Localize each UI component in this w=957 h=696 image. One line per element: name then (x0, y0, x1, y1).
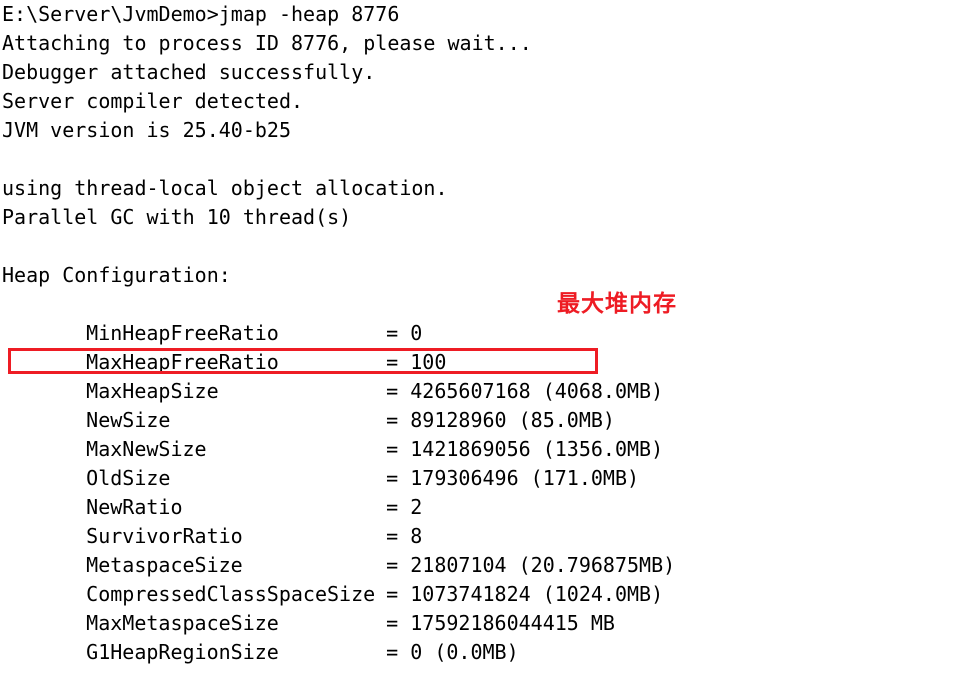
config-row-g1heapregionsize: G1HeapRegionSize = 0 (0.0MB) (38, 609, 518, 664)
heap-configuration-title: Heap Configuration: (2, 263, 231, 287)
config-value-oldsize: 179306496 (171.0MB) (410, 466, 640, 490)
terminal-output-line-thread-local: using thread-local object allocation. (2, 176, 448, 200)
config-row-oldsize: OldSize = 179306496 (171.0MB) (38, 435, 639, 490)
terminal-prompt-line: E:\Server\JvmDemo>jmap -heap 8776 (2, 2, 400, 26)
config-eq-g1heapregionsize: = (386, 640, 399, 664)
config-value-g1heapregionsize: 0 (0.0MB) (410, 640, 519, 664)
config-row-minheapfreeratio: MinHeapFreeRatio = 0 (38, 290, 422, 345)
terminal-output-line-attaching: Attaching to process ID 8776, please wai… (2, 31, 532, 55)
config-key-g1heapregionsize: G1HeapRegionSize (86, 640, 279, 664)
config-row-newsize: NewSize = 89128960 (85.0MB) (38, 377, 615, 432)
terminal-output-line-jvm-version: JVM version is 25.40-b25 (2, 118, 291, 142)
terminal-console: E:\Server\JvmDemo>jmap -heap 8776 Attach… (0, 0, 957, 664)
config-row-maxmetaspacesize: MaxMetaspaceSize = 17592186044415 MB (38, 580, 615, 635)
terminal-output-line-parallel-gc: Parallel GC with 10 thread(s) (2, 205, 352, 229)
terminal-output-line-debugger: Debugger attached successfully. (2, 60, 376, 84)
config-row-survivorratio: SurvivorRatio = 8 (38, 493, 422, 548)
config-row-metaspacesize: MetaspaceSize = 21807104 (20.796875MB) (38, 522, 675, 577)
config-row-compressedclassspacesize: CompressedClassSpaceSize = 1073741824 (10… (38, 551, 663, 606)
terminal-output-line-compiler: Server compiler detected. (2, 89, 304, 113)
config-row-newratio: NewRatio = 2 (38, 464, 422, 519)
config-row-maxheapfreeratio: MaxHeapFreeRatio = 100 (38, 319, 446, 374)
config-row-maxheapsize: MaxHeapSize = 4265607168 (4068.0MB) (38, 348, 663, 403)
max-heap-annotation-label: 最大堆内存 (557, 291, 677, 317)
config-row-maxnewsize: MaxNewSize = 1421869056 (1356.0MB) (38, 406, 663, 461)
